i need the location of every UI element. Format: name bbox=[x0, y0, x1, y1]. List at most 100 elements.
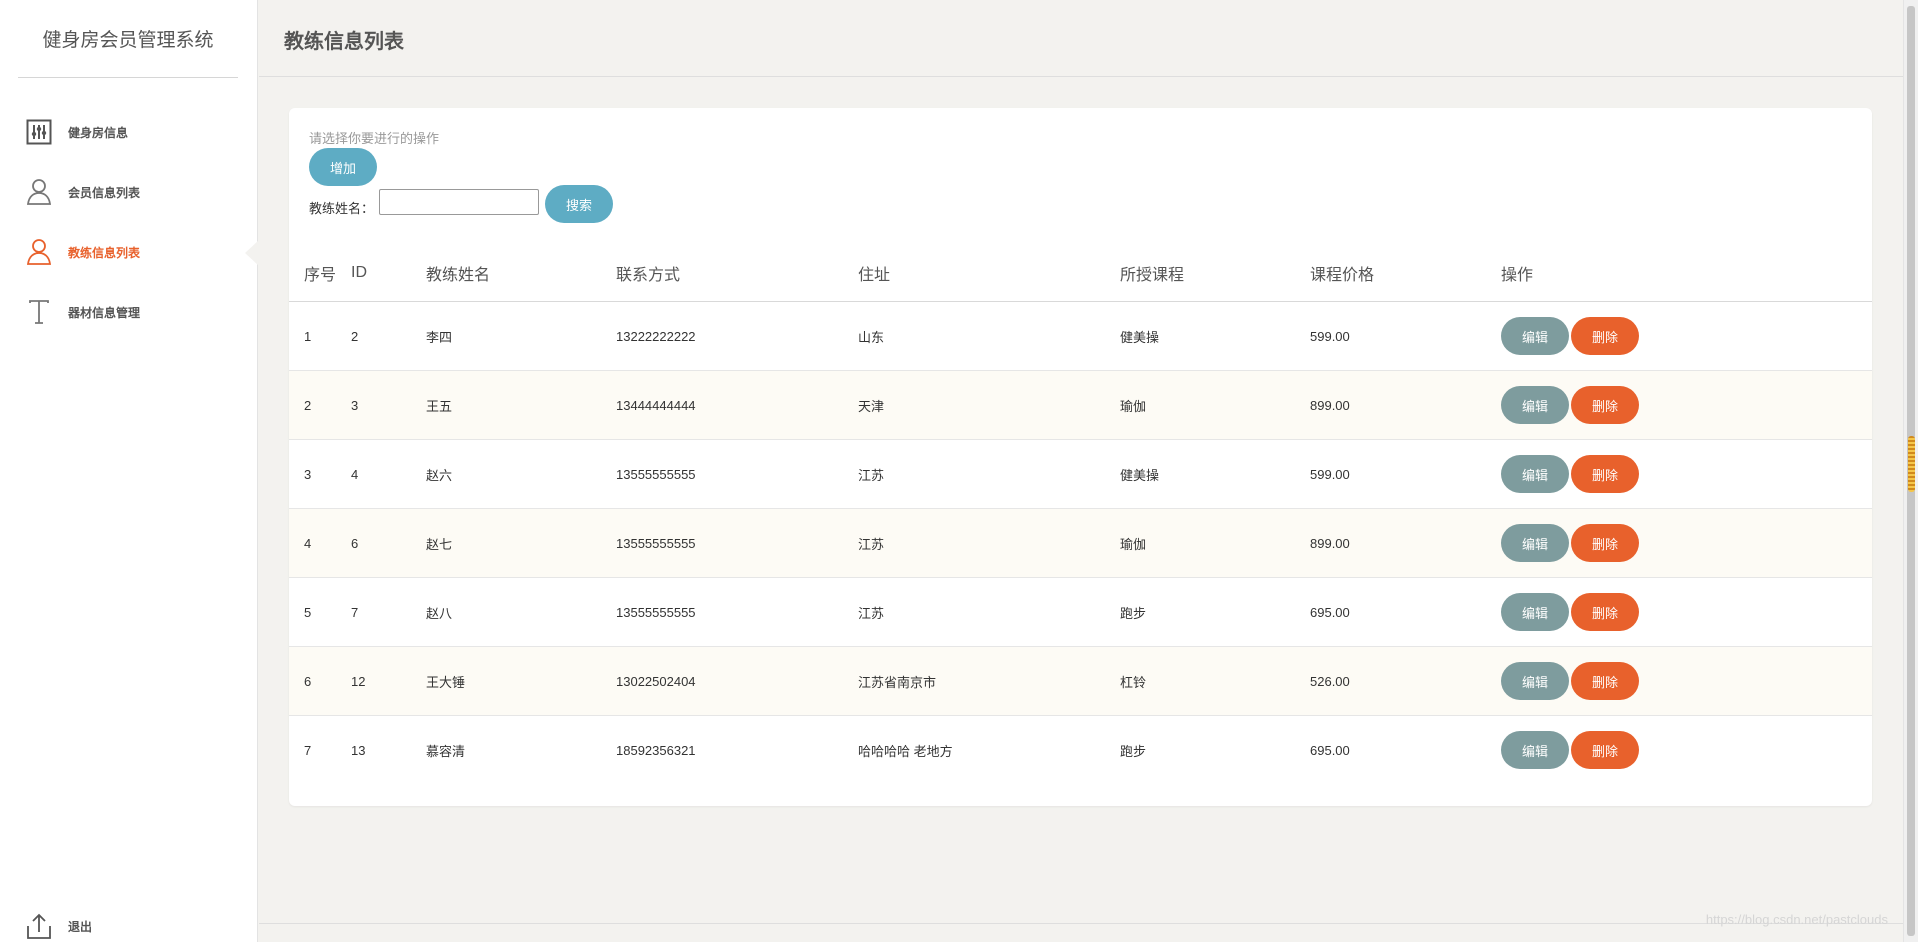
table-cell: 13222222222 bbox=[616, 301, 858, 371]
table-cell: 13022502404 bbox=[616, 646, 858, 716]
table-cell: 12 bbox=[351, 646, 426, 716]
search-button[interactable]: 搜索 bbox=[545, 185, 613, 223]
sidebar-item-label: 健身房信息 bbox=[68, 125, 129, 140]
table-row: 6 12 王大锤 13022502404 江苏省南京市 杠铃 526.00 编辑 删除 bbox=[289, 646, 1872, 716]
column-header: ID bbox=[351, 245, 426, 302]
table-cell: 杠铃 bbox=[1120, 646, 1310, 716]
table-row: 7 13 慕容清 18592356321 哈哈哈哈 老地方 跑步 695.00 编辑 删除 bbox=[289, 716, 1872, 785]
table-cell: 江苏 bbox=[858, 577, 1120, 647]
table-cell-actions: 编辑 删除 bbox=[1501, 439, 1872, 509]
table-cell: 赵六 bbox=[426, 439, 616, 509]
table-cell: 599.00 bbox=[1310, 439, 1501, 509]
table-cell: 2 bbox=[289, 370, 351, 440]
table-cell: 1 bbox=[289, 301, 351, 371]
coach-table: 序号 ID 教练姓名 联系方式 住址 所授课程 课程价格 操作 1 2 李四 1322… bbox=[289, 245, 1872, 784]
sidebar: 健身房会员管理系统 健身房信息 会员信息列表 教练信息列表 器材信息管理 退出 bbox=[0, 0, 259, 942]
table-cell: 899.00 bbox=[1310, 370, 1501, 440]
table-cell: 4 bbox=[351, 439, 426, 509]
sidebar-item-label: 器材信息管理 bbox=[68, 305, 141, 320]
column-header: 操作 bbox=[1501, 245, 1872, 302]
table-cell: 王大锤 bbox=[426, 646, 616, 716]
table-cell: 7 bbox=[351, 577, 426, 647]
table-cell: 13555555555 bbox=[616, 577, 858, 647]
table-cell: 健美操 bbox=[1120, 439, 1310, 509]
watermark: https://blog.csdn.net/pastclouds bbox=[1705, 912, 1888, 927]
table-cell: 13 bbox=[351, 742, 366, 758]
operation-hint: 请选择你要进行的操作 bbox=[309, 131, 440, 146]
sliders-icon bbox=[24, 117, 54, 147]
page-title: 教练信息列表 bbox=[284, 31, 404, 53]
table-cell: 瑜伽 bbox=[1120, 370, 1310, 440]
table-cell-actions: 编辑 删除 bbox=[1501, 301, 1872, 371]
table-cell: 5 bbox=[289, 577, 351, 647]
table-cell: 跑步 bbox=[1120, 577, 1310, 647]
table-body: 1 2 李四 13222222222 山东 健美操 599.00 编辑 删除 2 3 王五 134444… bbox=[289, 301, 1872, 785]
delete-button[interactable]: 删除 bbox=[1571, 731, 1639, 769]
table-cell: 899.00 bbox=[1310, 508, 1501, 578]
table-cell: 7 bbox=[304, 742, 312, 758]
table-row: 3 4 赵六 13555555555 江苏 健美操 599.00 编辑 删除 bbox=[289, 439, 1872, 509]
table-cell-actions: 编辑 删除 bbox=[1501, 508, 1872, 578]
delete-button[interactable]: 删除 bbox=[1571, 317, 1639, 355]
table-cell: 哈哈哈哈 老地方 bbox=[858, 743, 953, 759]
content-card: 请选择你要进行的操作 增加 教练姓名： 搜索 序号 ID 教练姓名 联系方式 住… bbox=[289, 108, 1872, 806]
edit-button[interactable]: 编辑 bbox=[1501, 524, 1569, 562]
scrollbar-grip[interactable] bbox=[1908, 436, 1915, 492]
table-cell: 18592356321 bbox=[616, 742, 696, 758]
table-header-row: 序号 ID 教练姓名 联系方式 住址 所授课程 课程价格 操作 bbox=[289, 245, 1872, 302]
sidebar-item-label: 会员信息列表 bbox=[68, 185, 141, 200]
delete-button[interactable]: 删除 bbox=[1571, 662, 1639, 700]
table-row: 2 3 王五 13444444444 天津 瑜伽 899.00 编辑 删除 bbox=[289, 370, 1872, 440]
header: 教练信息列表 bbox=[259, 3, 1903, 77]
edit-button[interactable]: 编辑 bbox=[1501, 455, 1569, 493]
table-row: 4 6 赵七 13555555555 江苏 瑜伽 899.00 编辑 删除 bbox=[289, 508, 1872, 578]
table-cell: 赵八 bbox=[426, 577, 616, 647]
table-cell: 江苏 bbox=[858, 439, 1120, 509]
edit-button[interactable]: 编辑 bbox=[1501, 593, 1569, 631]
column-header: 教练姓名 bbox=[426, 245, 616, 302]
sidebar-item-coaches[interactable]: 教练信息列表 bbox=[0, 222, 259, 282]
delete-button[interactable]: 删除 bbox=[1571, 386, 1639, 424]
table-cell: 3 bbox=[351, 370, 426, 440]
logout-button[interactable]: 退出 bbox=[24, 910, 92, 942]
logout-label: 退出 bbox=[68, 919, 93, 934]
table-row: 5 7 赵八 13555555555 江苏 跑步 695.00 编辑 删除 bbox=[289, 577, 1872, 647]
sidebar-nav: 健身房信息 会员信息列表 教练信息列表 器材信息管理 bbox=[0, 102, 259, 342]
table-cell: 王五 bbox=[426, 370, 616, 440]
column-header: 序号 bbox=[289, 245, 351, 302]
table-cell: 赵七 bbox=[426, 508, 616, 578]
search-input[interactable] bbox=[379, 189, 539, 215]
sidebar-item-equipment[interactable]: 器材信息管理 bbox=[0, 282, 258, 342]
table-cell: 695.00 bbox=[1310, 577, 1501, 647]
table-cell: 慕容清 bbox=[426, 743, 466, 759]
table-cell-actions: 编辑 删除 bbox=[1501, 646, 1872, 716]
delete-button[interactable]: 删除 bbox=[1571, 455, 1639, 493]
upload-icon bbox=[24, 911, 54, 941]
table-cell: 李四 bbox=[426, 301, 616, 371]
sidebar-item-members[interactable]: 会员信息列表 bbox=[0, 162, 258, 222]
edit-button[interactable]: 编辑 bbox=[1501, 731, 1569, 769]
edit-button[interactable]: 编辑 bbox=[1501, 662, 1569, 700]
edit-button[interactable]: 编辑 bbox=[1501, 317, 1569, 355]
footer-divider bbox=[259, 923, 1903, 924]
user-icon bbox=[24, 237, 54, 267]
sidebar-item-label: 教练信息列表 bbox=[68, 245, 141, 260]
delete-button[interactable]: 删除 bbox=[1571, 524, 1639, 562]
table-cell: 江苏 bbox=[858, 508, 1120, 578]
table-cell: 天津 bbox=[858, 370, 1120, 440]
column-header: 联系方式 bbox=[616, 245, 858, 302]
delete-button[interactable]: 删除 bbox=[1571, 593, 1639, 631]
table-cell: 6 bbox=[289, 646, 351, 716]
column-header: 所授课程 bbox=[1120, 245, 1310, 302]
table-cell-actions: 编辑 删除 bbox=[1501, 370, 1872, 440]
sidebar-item-gym-info[interactable]: 健身房信息 bbox=[0, 102, 258, 162]
add-button[interactable]: 增加 bbox=[309, 148, 377, 186]
table-cell-actions: 编辑 删除 bbox=[1501, 577, 1872, 647]
table-cell: 695.00 bbox=[1310, 742, 1350, 758]
table-cell: 526.00 bbox=[1310, 646, 1501, 716]
edit-button[interactable]: 编辑 bbox=[1501, 386, 1569, 424]
table-cell: 6 bbox=[351, 508, 426, 578]
table-cell: 3 bbox=[289, 439, 351, 509]
table-cell: 599.00 bbox=[1310, 301, 1501, 371]
table-cell: 4 bbox=[289, 508, 351, 578]
